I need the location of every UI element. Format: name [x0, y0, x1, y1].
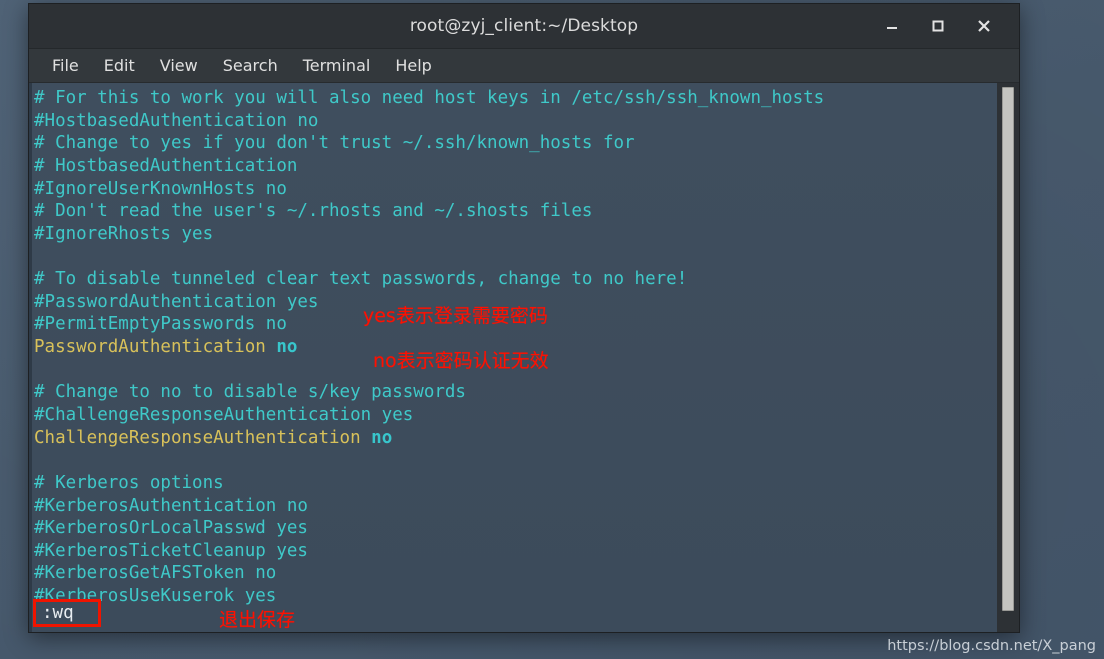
- terminal-lines: # For this to work you will also need ho…: [34, 87, 997, 608]
- terminal-text-segment: #KerberosGetAFSToken no: [34, 563, 277, 584]
- command-highlight-box: :wq: [33, 599, 101, 627]
- terminal-line: # To disable tunneled clear text passwor…: [34, 268, 997, 291]
- terminal-text-segment: # Change to yes if you don't trust ~/.ss…: [34, 133, 635, 154]
- terminal-text-segment: #HostbasedAuthentication no: [34, 110, 319, 131]
- menu-item-terminal[interactable]: Terminal: [292, 53, 382, 78]
- menu-bar: File Edit View Search Terminal Help: [29, 49, 1019, 83]
- terminal-line: #HostbasedAuthentication no: [34, 110, 997, 133]
- terminal-line: #IgnoreUserKnownHosts no: [34, 178, 997, 201]
- terminal-text-segment: # Kerberos options: [34, 472, 224, 493]
- annotation-yes-note: yes表示登录需要密码: [363, 305, 548, 327]
- terminal-line: #KerberosAuthentication no: [34, 495, 997, 518]
- menu-item-file[interactable]: File: [41, 53, 90, 78]
- maximize-icon[interactable]: [929, 17, 947, 35]
- scrollbar-thumb[interactable]: [1002, 87, 1014, 611]
- vim-command-line-row: :wq: [33, 599, 101, 627]
- annotation-no-note: no表示密码认证无效: [373, 350, 549, 372]
- menu-item-view[interactable]: View: [149, 53, 209, 78]
- terminal-line: # Don't read the user's ~/.rhosts and ~/…: [34, 200, 997, 223]
- watermark-url: https://blog.csdn.net/X_pang: [887, 638, 1096, 654]
- terminal-line: #KerberosTicketCleanup yes: [34, 540, 997, 563]
- terminal-line: #IgnoreRhosts yes: [34, 223, 997, 246]
- terminal-line: #ChallengeResponseAuthentication yes: [34, 404, 997, 427]
- terminal-text-segment: #KerberosTicketCleanup yes: [34, 540, 308, 561]
- terminal-line: #KerberosOrLocalPasswd yes: [34, 517, 997, 540]
- terminal-line: # Change to no to disable s/key password…: [34, 381, 997, 404]
- menu-item-search[interactable]: Search: [212, 53, 289, 78]
- menu-item-edit[interactable]: Edit: [93, 53, 146, 78]
- menu-item-help[interactable]: Help: [384, 53, 442, 78]
- terminal-text-segment: # To disable tunneled clear text passwor…: [34, 269, 688, 290]
- window-controls: [883, 17, 1019, 35]
- terminal-text-segment: no: [371, 427, 393, 448]
- window-title: root@zyj_client:~/Desktop: [409, 16, 639, 36]
- vim-command-text: :wq: [42, 603, 74, 623]
- terminal-text-segment: #PasswordAuthentication yes: [34, 291, 319, 312]
- terminal-text-segment: PasswordAuthentication: [34, 337, 277, 358]
- annotation-save-note: 退出保存: [219, 609, 296, 631]
- terminal-text-segment: no: [276, 337, 298, 358]
- terminal-text-segment: #IgnoreRhosts yes: [34, 223, 214, 244]
- terminal-text-segment: #KerberosOrLocalPasswd yes: [34, 518, 308, 539]
- terminal-line: # HostbasedAuthentication: [34, 155, 997, 178]
- terminal-text-segment: #PermitEmptyPasswords no: [34, 314, 287, 335]
- terminal-text-segment: # Change to no to disable s/key password…: [34, 382, 466, 403]
- terminal-line: ChallengeResponseAuthentication no: [34, 427, 997, 450]
- terminal-line: #KerberosUseKuserok yes: [34, 585, 997, 608]
- terminal-text-segment: # HostbasedAuthentication: [34, 155, 298, 176]
- terminal-text-segment: #IgnoreUserKnownHosts no: [34, 178, 287, 199]
- minimize-icon[interactable]: [883, 17, 901, 35]
- terminal-text-segment: #ChallengeResponseAuthentication yes: [34, 404, 414, 425]
- vim-left-edge: [29, 83, 32, 632]
- window-titlebar[interactable]: root@zyj_client:~/Desktop: [29, 4, 1019, 49]
- terminal-text-segment: # Don't read the user's ~/.rhosts and ~/…: [34, 201, 593, 222]
- terminal-line: # Kerberos options: [34, 472, 997, 495]
- terminal-line: # Change to yes if you don't trust ~/.ss…: [34, 132, 997, 155]
- terminal-text-segment: # For this to work you will also need ho…: [34, 88, 825, 108]
- terminal-text-segment: #KerberosAuthentication no: [34, 495, 308, 516]
- terminal-text-segment: ChallengeResponseAuthentication: [34, 427, 372, 448]
- terminal-line: #KerberosGetAFSToken no: [34, 562, 997, 585]
- terminal-line: # For this to work you will also need ho…: [34, 87, 997, 110]
- close-icon[interactable]: [975, 17, 993, 35]
- terminal-scrollbar[interactable]: [997, 83, 1019, 632]
